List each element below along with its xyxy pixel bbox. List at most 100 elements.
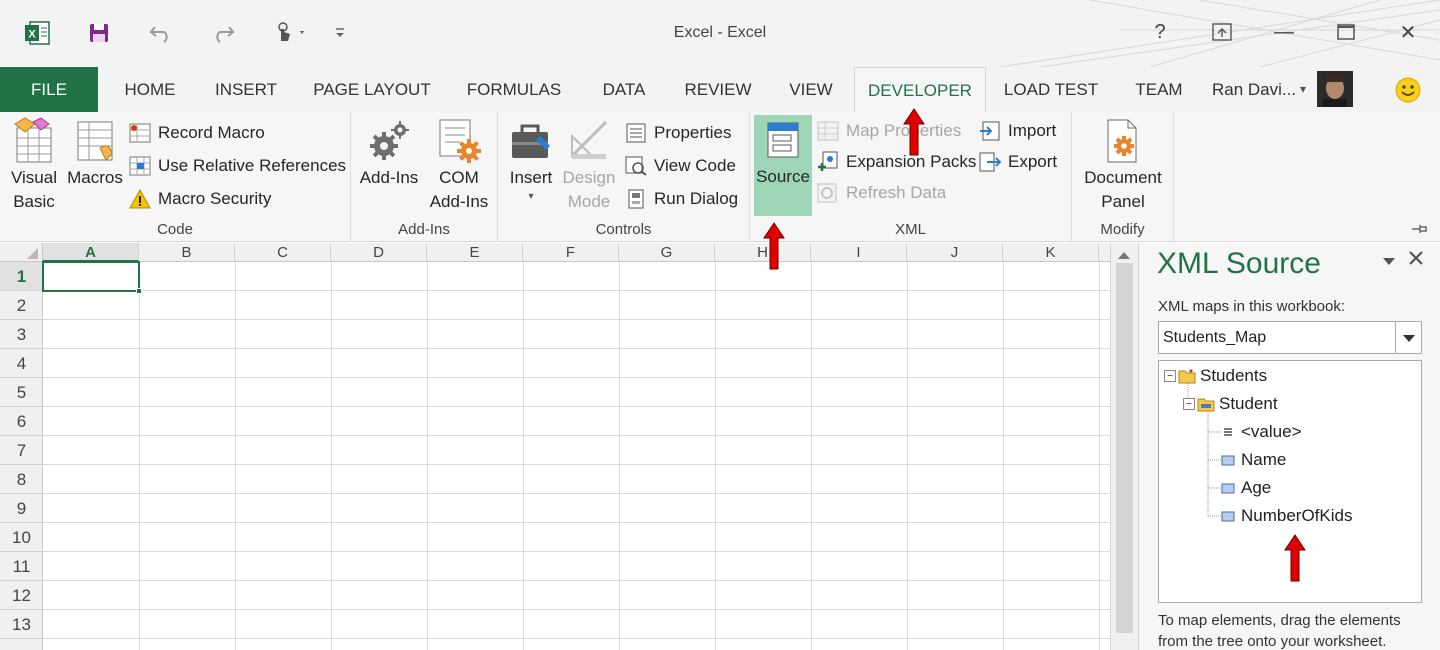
tree-node-age[interactable]: Age: [1219, 476, 1271, 500]
fill-handle[interactable]: [136, 288, 142, 294]
column-header-k[interactable]: K: [1003, 243, 1099, 262]
chevron-down-icon[interactable]: [1395, 322, 1421, 353]
row-header-12[interactable]: 12: [0, 581, 43, 610]
row-header-5[interactable]: 5: [0, 378, 43, 407]
macro-security-button[interactable]: Macro Security: [128, 186, 271, 212]
column-header-a[interactable]: A: [43, 243, 139, 262]
use-relative-references-button[interactable]: Use Relative References: [128, 153, 346, 179]
select-all-corner[interactable]: [0, 243, 43, 262]
cell-grid[interactable]: [42, 261, 1110, 650]
view-code-button[interactable]: View Code: [624, 153, 736, 179]
column-header-b[interactable]: B: [139, 243, 235, 262]
avatar[interactable]: [1317, 71, 1353, 107]
row-header-11[interactable]: 11: [0, 552, 43, 581]
column-header-g[interactable]: G: [619, 243, 715, 262]
column-header-i[interactable]: I: [811, 243, 907, 262]
xml-source-pane: XML Source XML maps in this workbook: St…: [1138, 243, 1440, 650]
close-button[interactable]: ✕: [1391, 16, 1425, 48]
smiley-feedback-icon[interactable]: [1394, 76, 1422, 104]
insert-controls-label: Insert: [509, 168, 553, 187]
row-header-1[interactable]: 1: [0, 262, 43, 291]
insert-controls-button[interactable]: Insert ▾: [504, 116, 558, 204]
pin-ribbon-icon[interactable]: [1410, 222, 1428, 236]
tab-page-layout[interactable]: PAGE LAYOUT: [305, 67, 439, 112]
design-mode-button[interactable]: Design Mode: [560, 116, 618, 214]
tree-node-name-label: Name: [1241, 450, 1287, 469]
visual-basic-button[interactable]: Visual Basic: [6, 116, 62, 214]
add-ins-label: Add-Ins: [359, 168, 419, 187]
run-dialog-label: Run Dialog: [654, 189, 739, 208]
com-add-ins-button[interactable]: COM Add-Ins: [425, 116, 493, 214]
tab-review[interactable]: REVIEW: [676, 67, 760, 112]
xml-map-select[interactable]: Students_Map: [1158, 321, 1422, 354]
row-header-2[interactable]: 2: [0, 291, 43, 320]
row-header-13[interactable]: 13: [0, 610, 43, 639]
collapse-icon[interactable]: −: [1183, 398, 1195, 410]
row-header-3[interactable]: 3: [0, 320, 43, 349]
group-modify-label: Modify: [1100, 221, 1145, 238]
run-dialog-button[interactable]: Run Dialog: [624, 186, 738, 212]
column-header-e[interactable]: E: [427, 243, 523, 262]
tree-node-student[interactable]: − Student: [1183, 392, 1278, 416]
pane-close-icon[interactable]: [1407, 249, 1425, 267]
column-headers: A B C D E F G H I J K: [0, 243, 1110, 262]
tab-formulas[interactable]: FORMULAS: [456, 67, 572, 112]
worksheet[interactable]: A B C D E F G H I J K 1 2 3 4 5 6 7 8 9 …: [0, 243, 1110, 650]
record-macro-button[interactable]: Record Macro: [128, 120, 265, 146]
row-header-4[interactable]: 4: [0, 349, 43, 378]
user-dropdown-icon[interactable]: ▾: [1300, 67, 1306, 112]
tab-view[interactable]: VIEW: [780, 67, 842, 112]
macros-button[interactable]: Macros: [64, 116, 126, 190]
refresh-data-button[interactable]: Refresh Data: [816, 180, 946, 206]
maximize-icon[interactable]: [1329, 16, 1363, 48]
column-header-f[interactable]: F: [523, 243, 619, 262]
group-modify: Document Panel Modify: [1072, 112, 1174, 242]
tree-node-students[interactable]: − Students: [1164, 364, 1267, 388]
folder-icon: [1197, 395, 1215, 413]
tab-developer[interactable]: DEVELOPER: [854, 67, 986, 113]
tab-load-test[interactable]: LOAD TEST: [996, 67, 1106, 112]
tree-node-value[interactable]: <value>: [1219, 420, 1302, 444]
column-header-c[interactable]: C: [235, 243, 331, 262]
user-name[interactable]: Ran Davi...: [1212, 67, 1296, 112]
element-icon: [1219, 507, 1237, 525]
view-code-label: View Code: [654, 156, 736, 175]
xml-mapping-hint: To map elements, drag the elements from …: [1158, 610, 1438, 650]
tab-data[interactable]: DATA: [590, 67, 658, 112]
row-header-7[interactable]: 7: [0, 436, 43, 465]
source-button[interactable]: Source: [754, 115, 812, 216]
run-dialog-icon: [624, 188, 648, 210]
properties-label: Properties: [654, 123, 732, 142]
red-arrow-up-icon: [903, 108, 925, 156]
help-button[interactable]: ?: [1143, 16, 1177, 48]
minimize-button[interactable]: —: [1267, 16, 1301, 48]
refresh-data-icon: [816, 182, 840, 204]
map-properties-button[interactable]: Map Properties: [816, 118, 961, 144]
scroll-thumb[interactable]: [1116, 263, 1133, 633]
pane-options-dropdown-icon[interactable]: [1382, 253, 1396, 271]
properties-button[interactable]: Properties: [624, 120, 731, 146]
tree-node-numberofkids[interactable]: NumberOfKids: [1219, 504, 1352, 528]
tree-node-name[interactable]: Name: [1219, 448, 1286, 472]
vertical-scrollbar[interactable]: [1110, 243, 1138, 650]
collapse-icon[interactable]: −: [1164, 370, 1176, 382]
expansion-packs-button[interactable]: Expansion Packs: [816, 149, 976, 175]
tab-insert[interactable]: INSERT: [205, 67, 287, 112]
ribbon-display-options-icon[interactable]: [1205, 16, 1239, 48]
active-cell-a1[interactable]: [42, 261, 142, 294]
row-header-10[interactable]: 10: [0, 523, 43, 552]
tab-file[interactable]: FILE: [0, 67, 98, 112]
tab-home[interactable]: HOME: [110, 67, 190, 112]
document-panel-button[interactable]: Document Panel: [1076, 116, 1170, 214]
column-header-j[interactable]: J: [907, 243, 1003, 262]
add-ins-button[interactable]: Add-Ins: [355, 116, 423, 190]
column-header-d[interactable]: D: [331, 243, 427, 262]
import-button[interactable]: Import: [978, 118, 1056, 144]
row-header-6[interactable]: 6: [0, 407, 43, 436]
gear-icon: [366, 116, 412, 166]
record-macro-icon: [128, 122, 152, 144]
row-header-8[interactable]: 8: [0, 465, 43, 494]
row-header-9[interactable]: 9: [0, 494, 43, 523]
tab-team[interactable]: TEAM: [1124, 67, 1194, 112]
export-button[interactable]: Export: [978, 149, 1057, 175]
